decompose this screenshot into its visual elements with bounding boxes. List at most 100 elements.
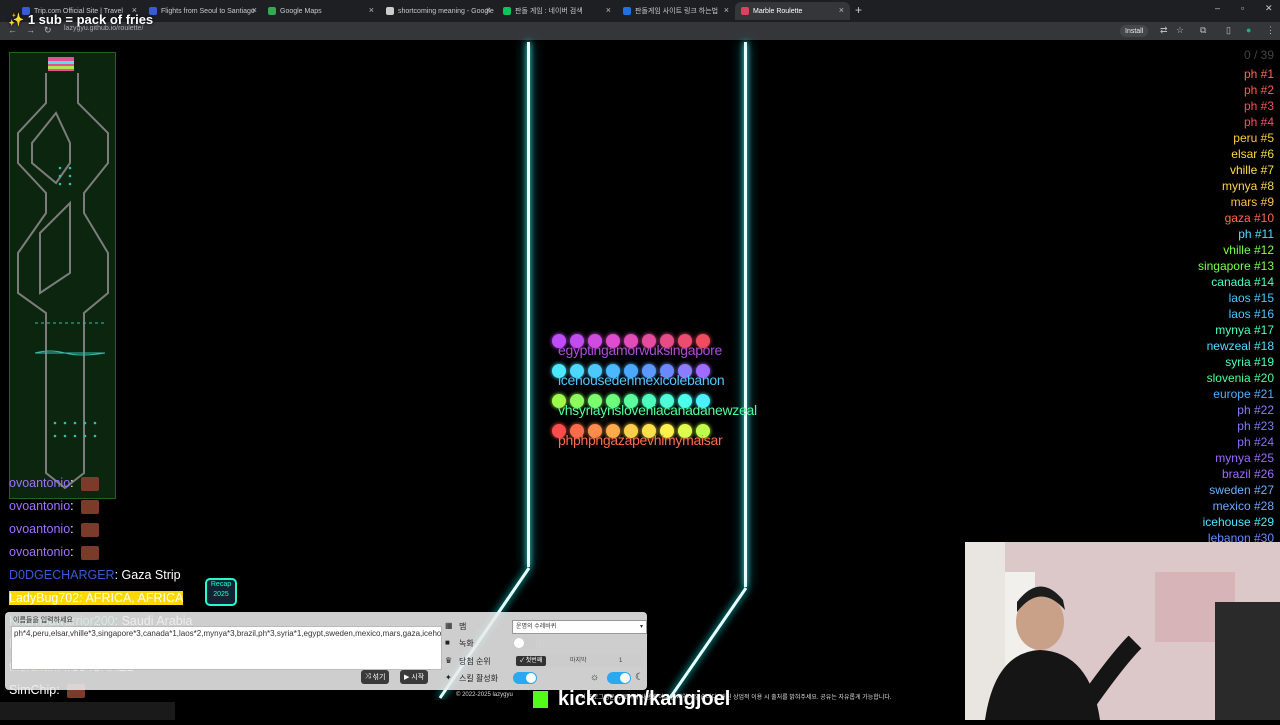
start-button[interactable]: ▶ 시작 bbox=[400, 670, 429, 684]
skill-icon: ✦ bbox=[445, 673, 452, 682]
moon-icon: ☾ bbox=[635, 672, 644, 683]
bookmark-star-icon[interactable]: ☆ bbox=[1176, 25, 1184, 36]
browser-tab[interactable]: Google Maps × bbox=[262, 2, 380, 20]
tab-label: Marble Roulette bbox=[753, 7, 803, 15]
chat-emote-icon bbox=[81, 522, 100, 537]
sun-icon: ☼ bbox=[590, 672, 600, 683]
shuffle-button[interactable]: ⤨ 섞기 bbox=[361, 670, 390, 684]
browser-tab[interactable]: 판돌게임 사이트 링크 하는법 × bbox=[617, 2, 735, 20]
sidepanel-icon[interactable]: ▯ bbox=[1226, 25, 1231, 36]
tab-label: Google Maps bbox=[280, 7, 322, 15]
ranking-entry: icehouse #29 bbox=[1202, 515, 1274, 529]
maximize-icon[interactable]: ▫ bbox=[1241, 3, 1244, 13]
install-button[interactable]: Install bbox=[1120, 25, 1149, 37]
tab-label: Flights from Seoul to Santiago bbox=[161, 7, 255, 15]
browser-tab[interactable]: shortcoming meaning - Google × bbox=[380, 2, 497, 20]
tab-close-icon[interactable]: × bbox=[252, 5, 257, 15]
chat-emote-icon bbox=[81, 499, 100, 514]
minimize-icon[interactable]: – bbox=[1215, 3, 1220, 13]
rank-label: 당첨 순위 bbox=[459, 657, 491, 666]
record-label: 녹화 bbox=[459, 639, 474, 648]
chat-username: ovoantonio bbox=[9, 476, 71, 490]
start-label: 시작 bbox=[411, 674, 425, 681]
record-toggle[interactable] bbox=[513, 637, 537, 649]
marble-name-label: egyptingamorwuksingapore bbox=[558, 342, 723, 358]
skill-label: 스킬 활성화 bbox=[459, 674, 499, 683]
chat-username: D0DGECHARGER bbox=[9, 568, 115, 582]
address-bar-row: ← → ↻ lazygyu.github.io/roulette/ Instal… bbox=[0, 22, 1280, 40]
ranking-entry: sweden #27 bbox=[1209, 483, 1274, 497]
tab-close-icon[interactable]: × bbox=[839, 5, 844, 15]
names-textarea[interactable]: ph*4,peru,elsar,vhille*3,singapore*3,can… bbox=[11, 626, 442, 670]
translate-icon[interactable]: ⇄ bbox=[1160, 25, 1168, 36]
chat-separator: : bbox=[70, 522, 78, 536]
chat-username: ovoantonio bbox=[9, 522, 71, 536]
ranking-entry: slovenia #20 bbox=[1206, 371, 1274, 385]
chat-separator: : bbox=[70, 499, 78, 513]
extensions-icon[interactable]: ⧉ bbox=[1200, 25, 1206, 36]
chat-text: AFRICA, AFRICA bbox=[85, 591, 184, 605]
browser-tab[interactable]: Flights from Seoul to Santiago × bbox=[143, 2, 263, 20]
browser-tab[interactable]: 판돌 게임 : 네이버 검색 × bbox=[497, 2, 617, 20]
kick-watermark: kick.com/kangjoel bbox=[533, 688, 730, 711]
tab-favicon-icon bbox=[623, 7, 631, 15]
ranking-entry: europe #21 bbox=[1213, 387, 1274, 401]
ranking-entry: syria #19 bbox=[1225, 355, 1274, 369]
kick-logo-icon bbox=[533, 691, 548, 708]
entry-hint: 이름들을 입력하세요 bbox=[13, 617, 73, 624]
rank-last-option[interactable]: 마지막 bbox=[570, 656, 587, 666]
chat-separator: : bbox=[70, 476, 78, 490]
tab-close-icon[interactable]: × bbox=[724, 5, 729, 15]
skill-toggle[interactable] bbox=[513, 672, 537, 684]
rank-first-option[interactable]: ✓ 첫번째 bbox=[516, 656, 547, 666]
chevron-down-icon: ▾ bbox=[639, 624, 643, 630]
webcam-image bbox=[965, 542, 1280, 720]
chat-emote-icon bbox=[81, 476, 100, 491]
chat-message: ovoantonio: bbox=[9, 495, 309, 518]
ranking-entry: mars #9 bbox=[1230, 195, 1274, 209]
map-icon: ▦ bbox=[445, 621, 453, 630]
browser-tab[interactable]: Marble Roulette × bbox=[735, 2, 850, 20]
tab-favicon-icon bbox=[386, 7, 394, 15]
tab-close-icon[interactable]: × bbox=[486, 5, 491, 15]
minimap bbox=[9, 52, 116, 499]
theme-toggle[interactable] bbox=[607, 672, 631, 684]
new-tab-button[interactable]: + bbox=[855, 3, 862, 17]
ranking-entry: mynya #25 bbox=[1215, 451, 1274, 465]
track-wall-right bbox=[744, 42, 747, 587]
chat-username: LadyBug702 bbox=[9, 591, 80, 605]
profile-avatar-icon[interactable]: ● bbox=[1246, 25, 1251, 35]
chat-message: ovoantonio: bbox=[9, 541, 309, 564]
ranking-entry: peru #5 bbox=[1233, 131, 1274, 145]
rank-selector[interactable]: ✓ 첫번째 마지막 1 bbox=[514, 655, 644, 667]
ranking-entry: brazil #26 bbox=[1221, 467, 1274, 481]
map-select[interactable]: 운명의 수레바퀴 ▾ bbox=[512, 620, 647, 634]
stream-title: ✨ 1 sub = pack of fries bbox=[8, 12, 154, 27]
chat-username: ovoantonio bbox=[9, 499, 71, 513]
finish-counter: 0 / 39 bbox=[1243, 48, 1274, 62]
marble-name-label: vhsyriaynsloveniacanadanewzeal bbox=[558, 402, 757, 418]
chat-message: ovoantonio: bbox=[9, 472, 309, 495]
chat-message: ovoantonio: bbox=[9, 518, 309, 541]
ranking-entry: mexico #28 bbox=[1212, 499, 1274, 513]
marble-name-label: icehousedenmexicolebanon bbox=[558, 372, 725, 388]
rank-number-input[interactable]: 1 bbox=[619, 656, 622, 666]
ranking-list: ph #1 ph #2 ph #3 ph #4 peru #5 elsar #6 vhill… bbox=[1198, 66, 1274, 546]
tab-favicon-icon bbox=[503, 7, 511, 15]
trophy-icon: ♛ bbox=[445, 656, 453, 665]
kick-url: kick.com/kangjoel bbox=[558, 688, 731, 710]
tab-label: 판돌게임 사이트 링크 하는법 bbox=[635, 8, 719, 15]
menu-dots-icon[interactable]: ⋮ bbox=[1266, 25, 1275, 36]
tab-close-icon[interactable]: × bbox=[606, 5, 611, 15]
tab-label: 판돌 게임 : 네이버 검색 bbox=[515, 8, 583, 15]
ranking-entry: mynya #17 bbox=[1215, 323, 1274, 337]
tab-close-icon[interactable]: × bbox=[369, 5, 374, 15]
taskbar bbox=[0, 702, 175, 720]
tab-label: shortcoming meaning - Google bbox=[398, 7, 494, 15]
rank-first-label: 첫번째 bbox=[525, 658, 543, 664]
webcam-feed bbox=[965, 542, 1280, 720]
install-label: Install bbox=[1125, 27, 1144, 35]
close-window-icon[interactable]: ✕ bbox=[1265, 3, 1273, 14]
marble-name-label: phphphgazapevhimymaisar bbox=[558, 432, 723, 448]
recap-badge: Recap 2025 bbox=[205, 578, 237, 606]
